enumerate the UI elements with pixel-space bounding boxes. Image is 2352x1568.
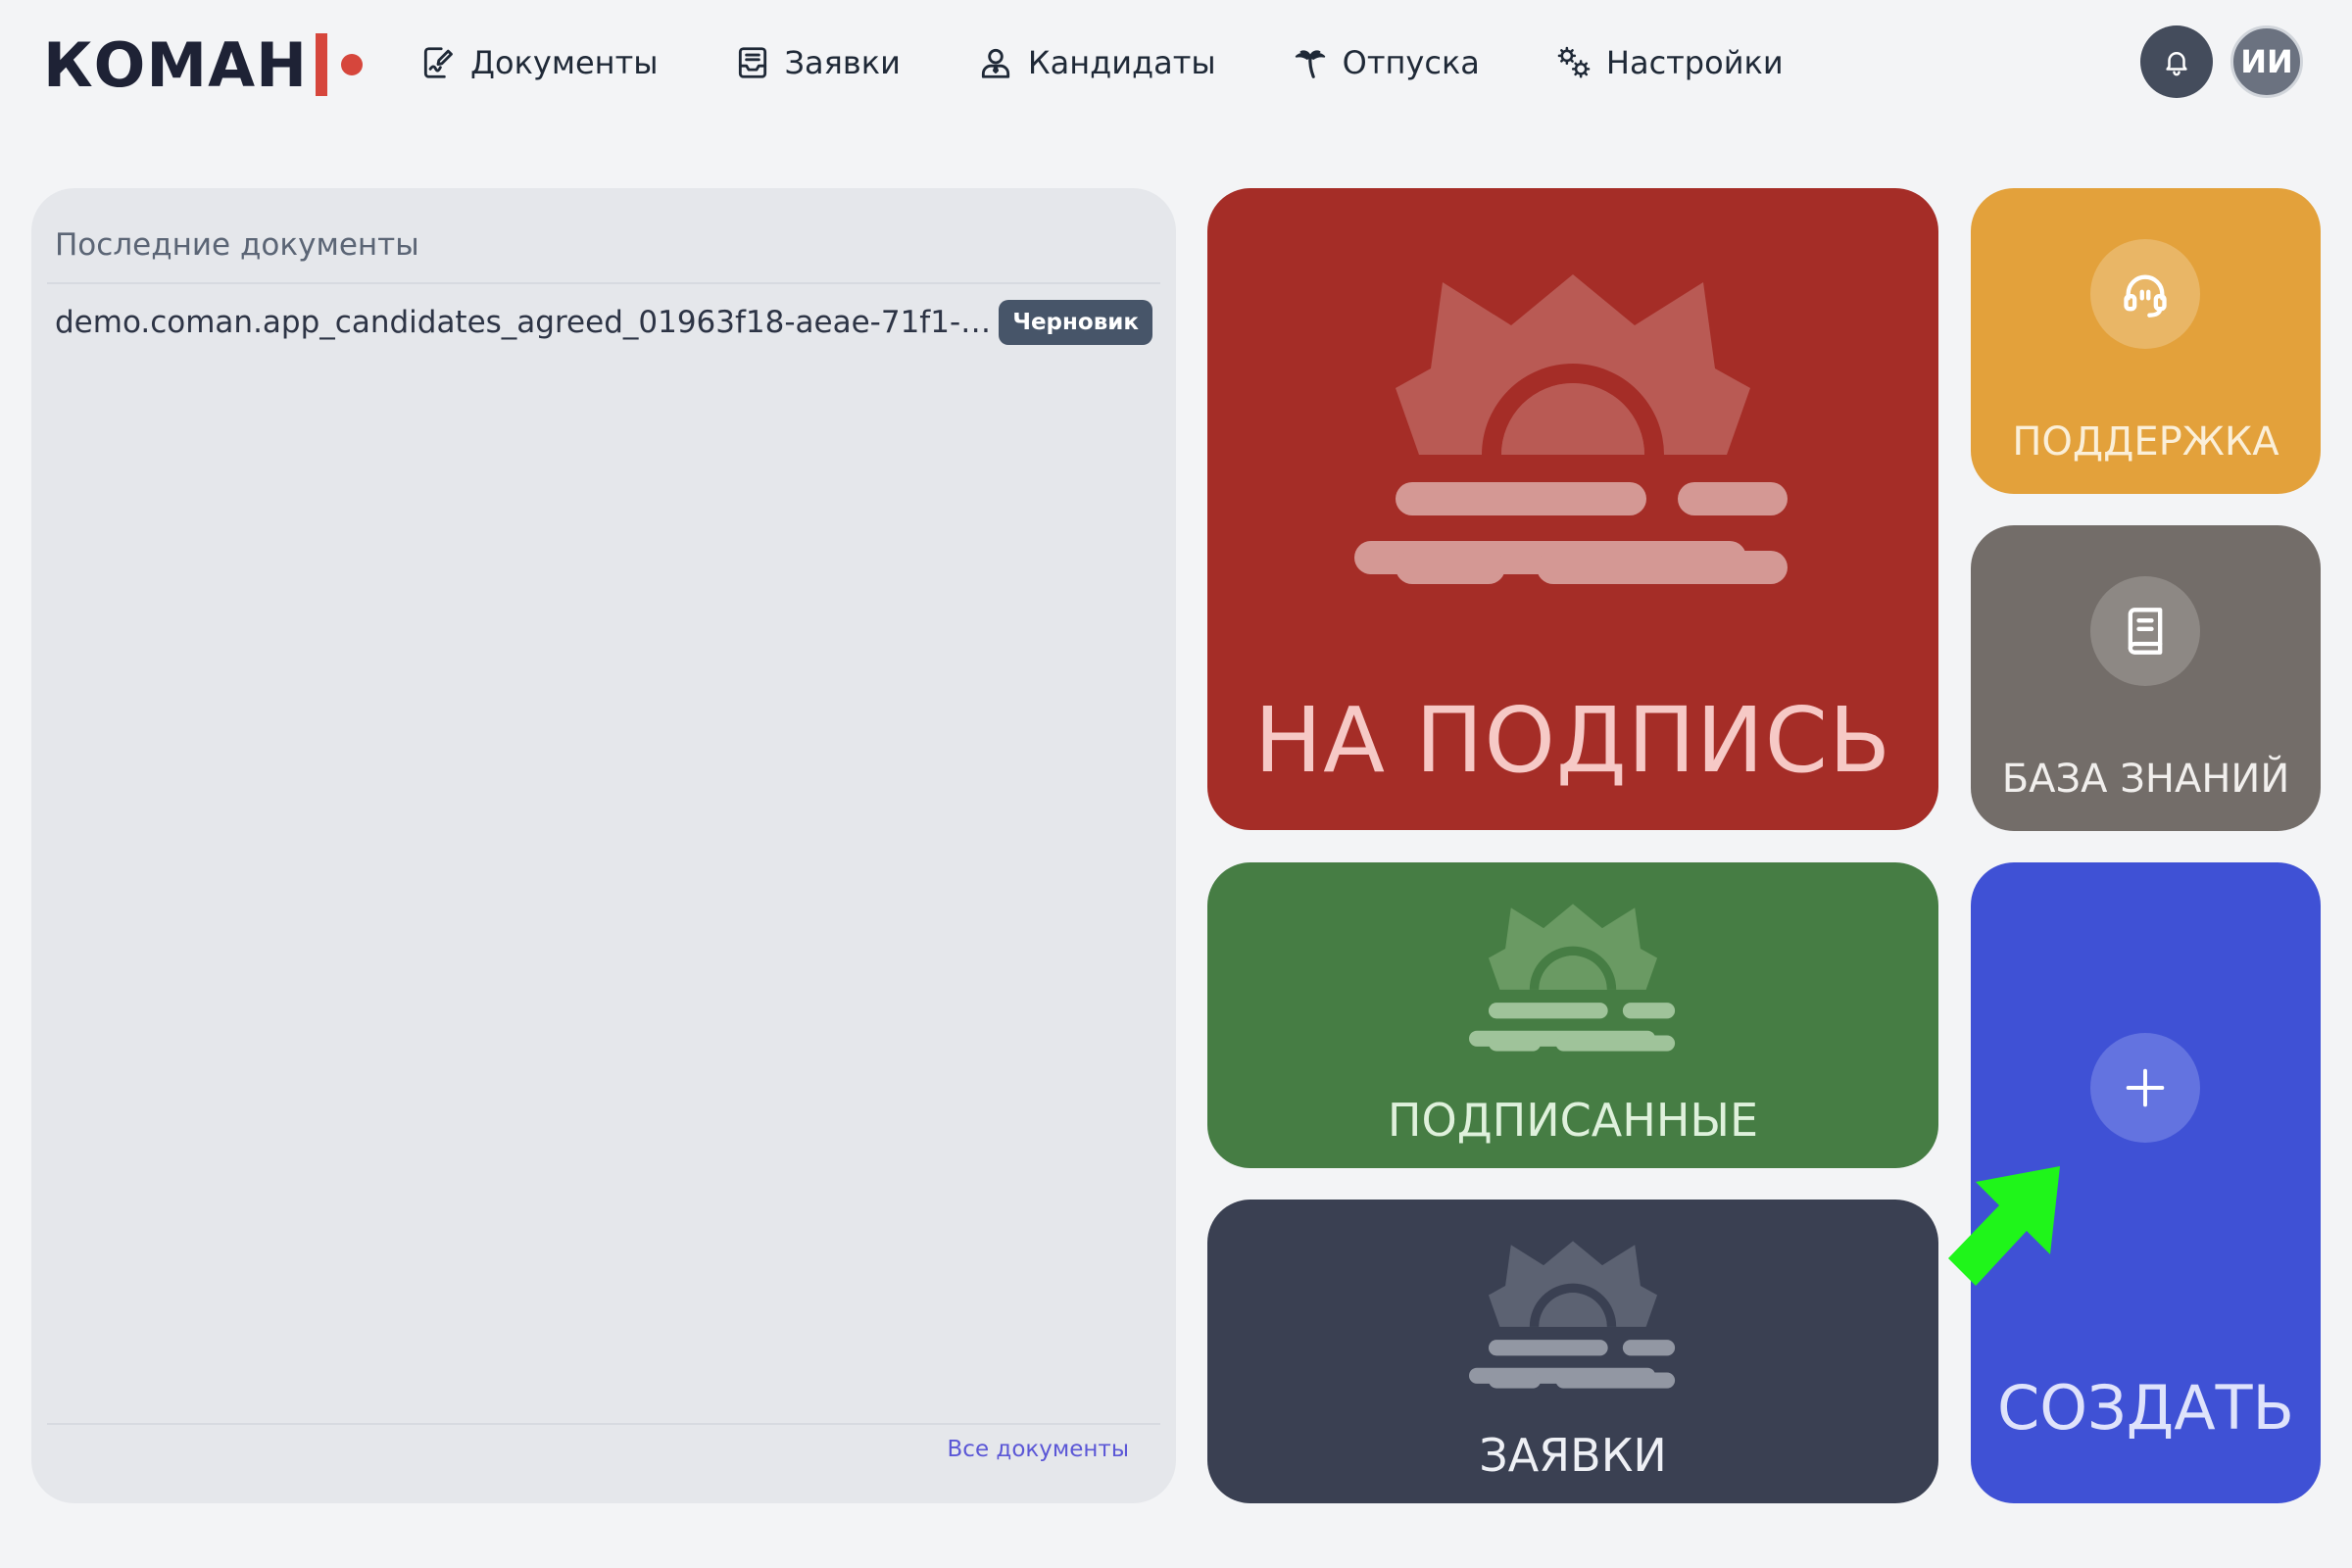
tile-support-label: ПОДДЕРЖКА: [2012, 419, 2279, 465]
nav-label-candidates: Кандидаты: [1027, 44, 1216, 81]
nav-label-settings: Настройки: [1605, 44, 1784, 81]
list-item[interactable]: demo.coman.app_candidates_agreed_01963f1…: [55, 298, 1152, 347]
book-icon: [2128, 608, 2163, 655]
status-badge: Черновик: [999, 300, 1152, 345]
sunrise-illustration: [1354, 274, 1788, 584]
nav-label-requests: Заявки: [784, 44, 901, 81]
tile-to-sign[interactable]: НА ПОДПИСЬ: [1207, 188, 1938, 830]
sunrise-illustration: [1469, 1241, 1676, 1389]
notifications-button[interactable]: [2140, 25, 2213, 98]
logo-text: КОМАН: [43, 28, 308, 101]
tile-support[interactable]: ПОДДЕРЖКА: [1971, 188, 2321, 494]
recent-documents-panel: Последние документы demo.coman.app_candi…: [31, 188, 1176, 1503]
top-header: КОМАН Документы Заявки Кандидаты Отпуска…: [0, 0, 2352, 127]
nav-label-documents: Документы: [470, 44, 659, 81]
tile-create-label: СОЗДАТЬ: [1996, 1372, 2295, 1444]
main-nav: Документы Заявки Кандидаты Отпуска Настр…: [419, 33, 1859, 92]
inbox-icon: [738, 47, 766, 78]
divider: [47, 282, 1160, 284]
headset-icon: [2124, 274, 2167, 318]
plus-icon: [2126, 1068, 2165, 1107]
sunrise-illustration: [1469, 904, 1676, 1052]
tile-signed[interactable]: ПОДПИСАННЫЕ: [1207, 862, 1938, 1168]
support-icon-circle: [2090, 239, 2200, 349]
nav-item-vacations[interactable]: Отпуска: [1292, 44, 1480, 81]
user-avatar[interactable]: ИИ: [2230, 25, 2303, 98]
bell-icon: [2166, 52, 2187, 76]
all-documents-link[interactable]: Все документы: [948, 1437, 1129, 1462]
tile-knowledge-base-label: БАЗА ЗНАНИЙ: [2001, 757, 2290, 802]
user-icon: [981, 48, 1009, 78]
nav-item-documents[interactable]: Документы: [419, 44, 659, 81]
gears-icon: [1557, 46, 1591, 78]
tile-to-sign-label: НА ПОДПИСЬ: [1253, 688, 1892, 793]
tile-knowledge-base[interactable]: БАЗА ЗНАНИЙ: [1971, 525, 2321, 831]
knowledge-icon-circle: [2090, 576, 2200, 686]
app-logo[interactable]: КОМАН: [43, 25, 363, 104]
create-button[interactable]: [2090, 1033, 2200, 1143]
nav-item-settings[interactable]: Настройки: [1555, 44, 1784, 81]
recent-documents-title: Последние документы: [55, 227, 419, 263]
nav-label-vacations: Отпуска: [1342, 44, 1480, 81]
pointer-arrow-icon: [1948, 1166, 2060, 1286]
tile-requests[interactable]: ЗАЯВКИ: [1207, 1200, 1938, 1503]
palm-tree-icon: [1295, 50, 1325, 78]
nav-item-candidates[interactable]: Кандидаты: [977, 44, 1216, 81]
tile-signed-label: ПОДПИСАННЫЕ: [1387, 1094, 1759, 1147]
document-name[interactable]: demo.coman.app_candidates_agreed_01963f1…: [55, 305, 993, 340]
logo-dot-mark: [340, 54, 363, 75]
logo-bar-mark: [315, 33, 327, 96]
nav-item-requests[interactable]: Заявки: [734, 44, 901, 81]
divider: [47, 1423, 1160, 1425]
document-sign-icon: [423, 47, 453, 78]
tile-requests-label: ЗАЯВКИ: [1479, 1429, 1667, 1482]
